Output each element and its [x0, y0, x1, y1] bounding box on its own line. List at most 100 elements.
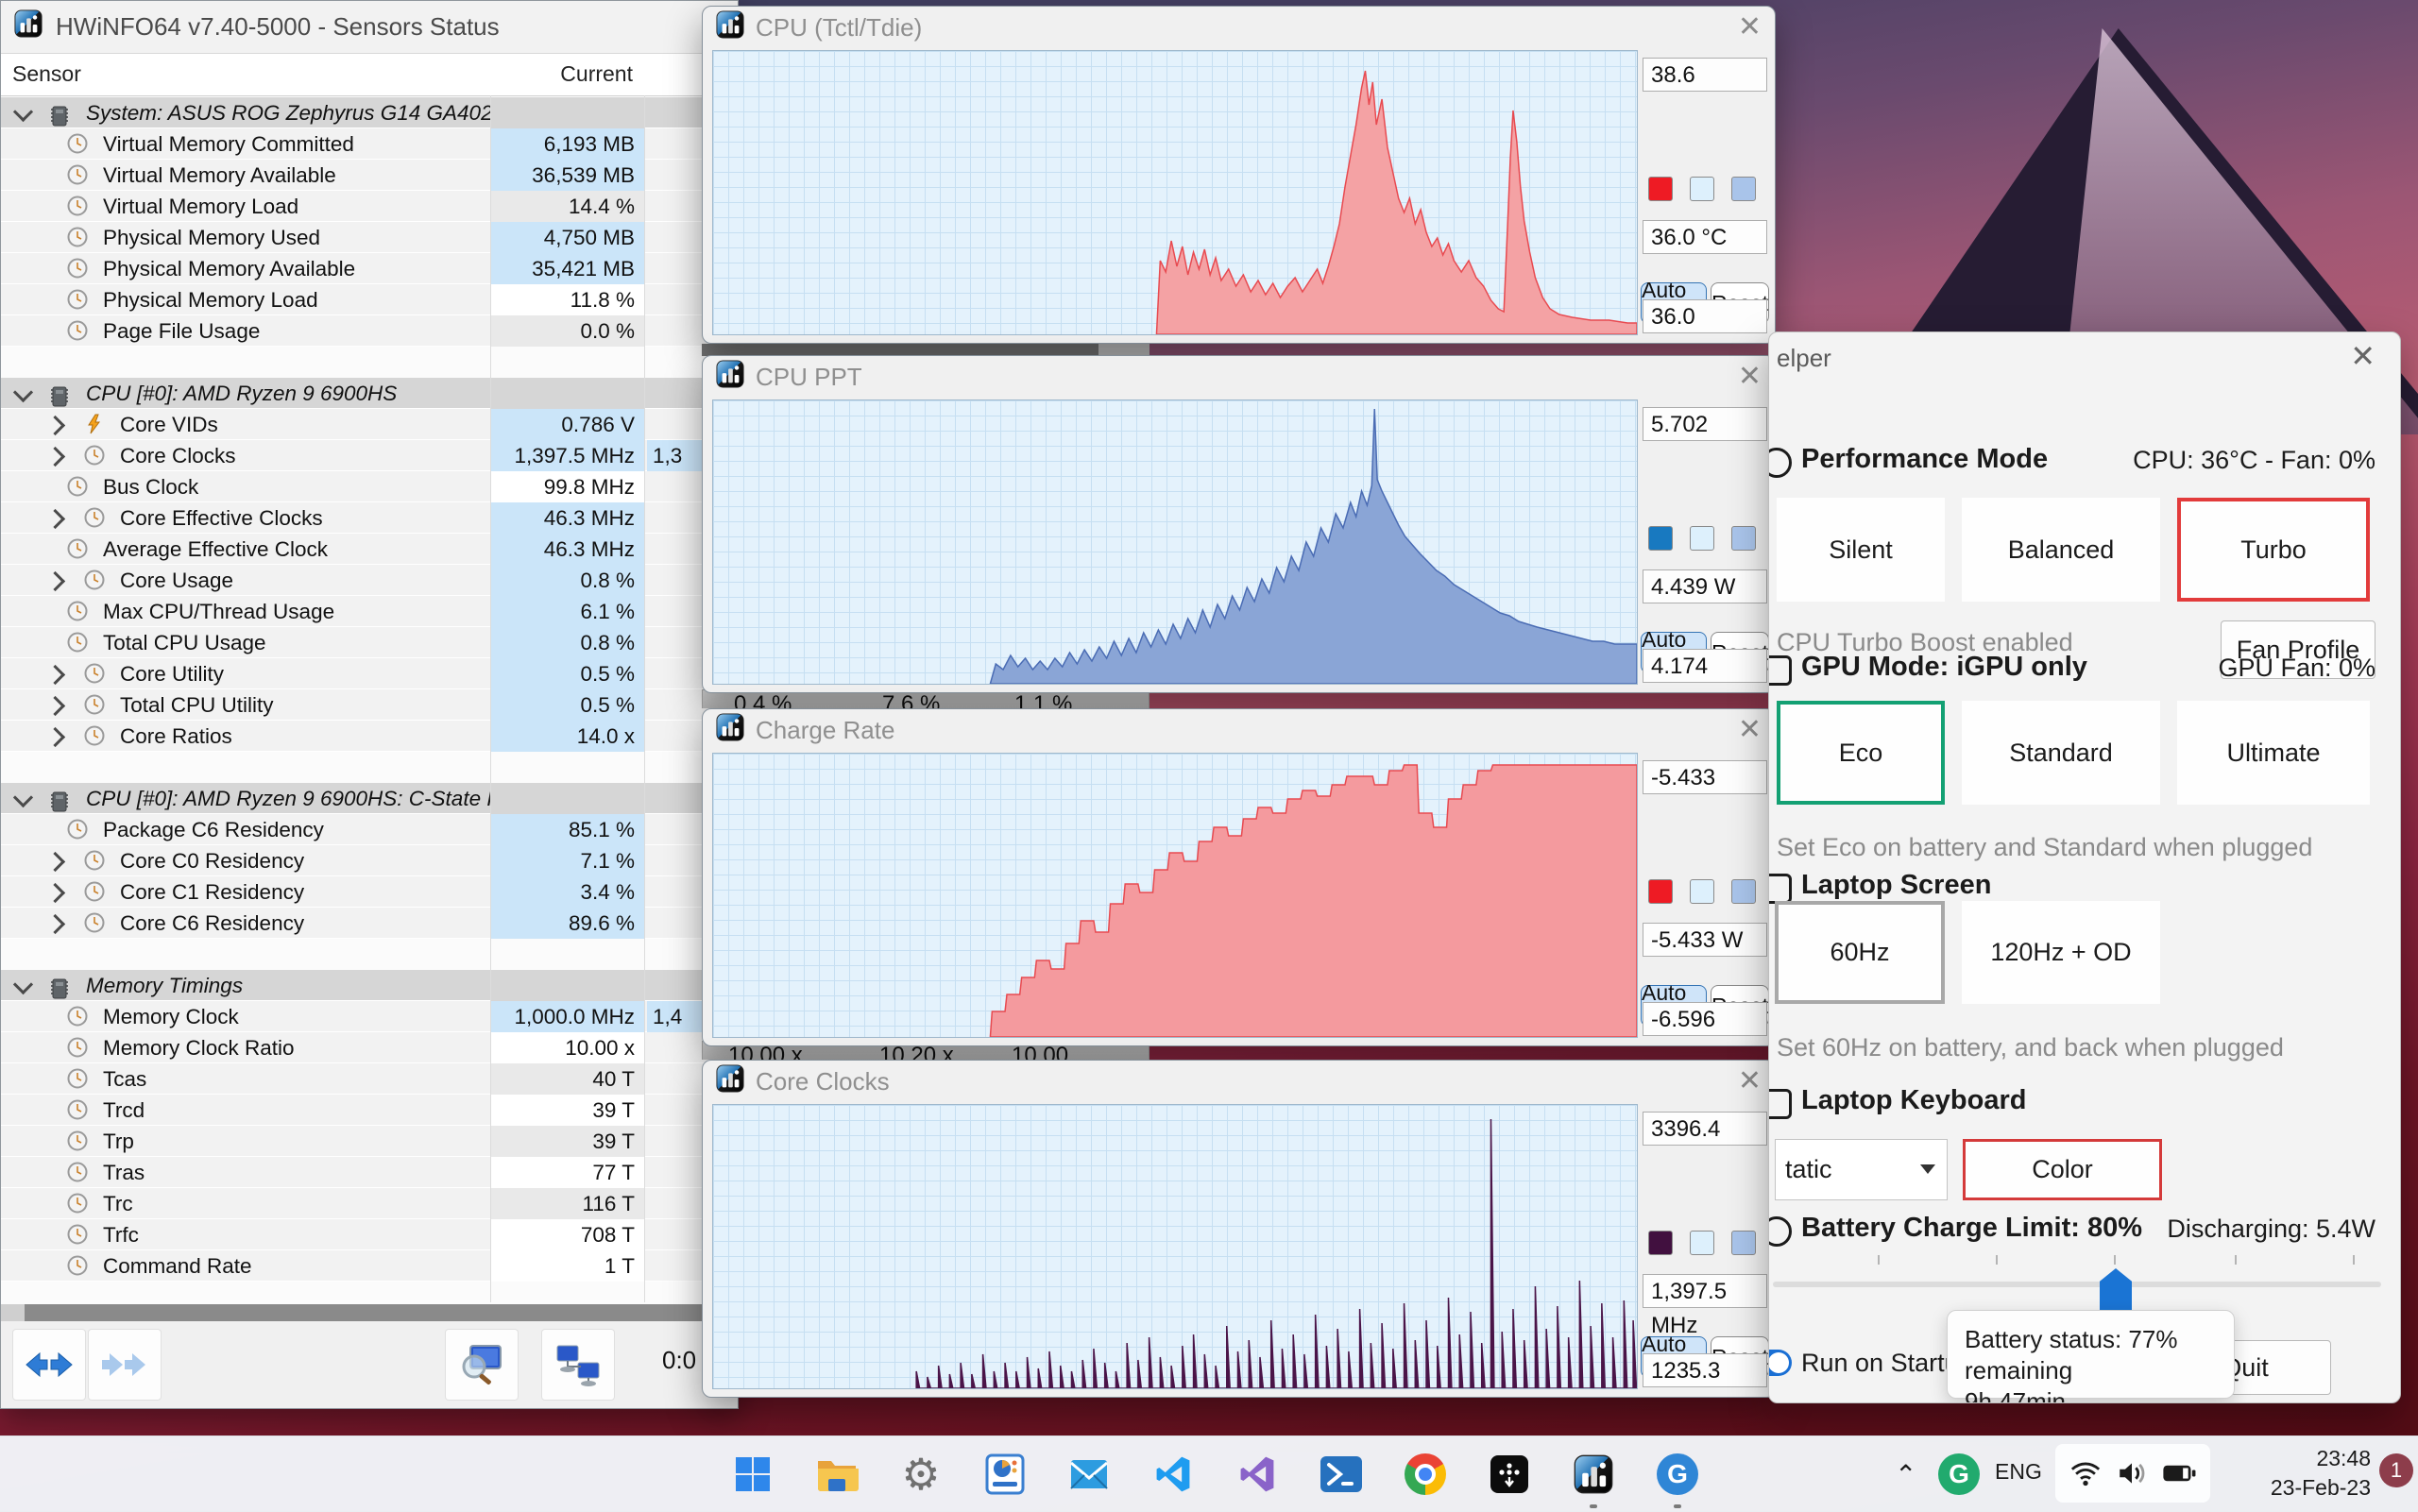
option-button-60hz[interactable]: 60Hz: [1775, 901, 1945, 1004]
taskbar-icon-start[interactable]: [724, 1446, 781, 1503]
taskbar-icon-vscode[interactable]: [1145, 1446, 1201, 1503]
sensor-group-row[interactable]: CPU [#0]: AMD Ryzen 9 6900HS: [1, 378, 738, 409]
chevron-down-icon[interactable]: [13, 102, 33, 122]
sensor-row[interactable]: Bus Clock99.8 MHz: [1, 471, 738, 502]
color-button[interactable]: Color: [1963, 1139, 2162, 1200]
close-icon[interactable]: ✕: [1738, 10, 1762, 43]
scrollbar-thumb[interactable]: [25, 1304, 738, 1321]
option-button-turbo[interactable]: Turbo: [2177, 498, 2370, 602]
ghelper-title[interactable]: elper: [1777, 344, 1831, 373]
series-color-swatch[interactable]: [1648, 177, 1673, 201]
slider-thumb[interactable]: [2100, 1268, 2132, 1312]
sensor-row[interactable]: Core Usage0.8 %: [1, 565, 738, 596]
sensor-row[interactable]: Core VIDs0.786 V: [1, 409, 738, 440]
sensor-row[interactable]: Physical Memory Used4,750 MB: [1, 222, 738, 253]
taskbar-icon-ghelper[interactable]: G: [1649, 1446, 1706, 1503]
sensor-row[interactable]: Trcd39 T: [1, 1095, 738, 1126]
close-icon[interactable]: ✕: [1738, 713, 1762, 746]
screen-capture-button[interactable]: [445, 1329, 519, 1401]
notification-badge[interactable]: 1: [2379, 1453, 2413, 1487]
chevron-right-icon[interactable]: [45, 416, 65, 435]
chevron-right-icon[interactable]: [45, 665, 65, 685]
column-sensor[interactable]: Sensor: [12, 61, 81, 87]
sensor-row[interactable]: Core Effective Clocks46.3 MHz: [1, 502, 738, 534]
option-button-eco[interactable]: Eco: [1777, 701, 1945, 805]
background-color-swatch[interactable]: [1690, 526, 1714, 551]
option-button-ultimate[interactable]: Ultimate: [2177, 701, 2370, 805]
option-button-balanced[interactable]: Balanced: [1962, 498, 2160, 602]
taskbar-icon-system-monitor[interactable]: [977, 1446, 1033, 1503]
sensor-row[interactable]: Average Effective Clock46.3 MHz: [1, 534, 738, 565]
sensor-group-row[interactable]: System: ASUS ROG Zephyrus G14 GA402RK_..…: [1, 97, 738, 128]
graph-titlebar[interactable]: Charge Rate: [703, 709, 1775, 751]
taskbar-icon-file-explorer[interactable]: [809, 1446, 865, 1503]
chevron-right-icon[interactable]: [45, 571, 65, 591]
hwinfo-titlebar[interactable]: HWiNFO64 v7.40-5000 - Sensors Status: [1, 1, 738, 54]
graph-titlebar[interactable]: CPU PPT: [703, 356, 1775, 398]
sensor-row[interactable]: Command Rate1 T: [1, 1250, 738, 1282]
close-icon[interactable]: ✕: [1738, 360, 1762, 393]
chevron-right-icon[interactable]: [45, 447, 65, 467]
sensor-row[interactable]: Core Utility0.5 %: [1, 658, 738, 689]
taskbar-icon-visual-studio[interactable]: [1229, 1446, 1286, 1503]
sensor-group-row[interactable]: Memory Timings: [1, 970, 738, 1001]
taskbar-icon-chrome[interactable]: [1397, 1446, 1454, 1503]
expand-columns-button[interactable]: [12, 1329, 86, 1401]
tray-language[interactable]: ENG: [1995, 1459, 2042, 1485]
chevron-right-icon[interactable]: [45, 509, 65, 529]
tray-grammarly-icon[interactable]: G: [1931, 1446, 1987, 1503]
sensor-row[interactable]: Core C1 Residency3.4 %: [1, 876, 738, 908]
chevron-right-icon[interactable]: [45, 914, 65, 934]
option-button-standard[interactable]: Standard: [1962, 701, 2160, 805]
grid-color-swatch[interactable]: [1731, 1231, 1756, 1255]
sensor-row[interactable]: Core Clocks1,397.5 MHz1,3: [1, 440, 738, 471]
column-current[interactable]: Current: [491, 61, 633, 87]
sensor-row[interactable]: Total CPU Utility0.5 %: [1, 689, 738, 721]
sensor-group-row[interactable]: CPU [#0]: AMD Ryzen 9 6900HS: C-State Re…: [1, 783, 738, 814]
taskbar-icon-hwinfo[interactable]: [1565, 1446, 1622, 1503]
sensor-row[interactable]: Virtual Memory Committed6,193 MB: [1, 128, 738, 160]
sensor-row[interactable]: Core C0 Residency7.1 %: [1, 845, 738, 876]
sensor-row[interactable]: Virtual Memory Available36,539 MB: [1, 160, 738, 191]
chevron-down-icon[interactable]: [13, 788, 33, 807]
background-color-swatch[interactable]: [1690, 177, 1714, 201]
sensor-row[interactable]: Trc116 T: [1, 1188, 738, 1219]
sensor-row[interactable]: Max CPU/Thread Usage6.1 %: [1, 596, 738, 627]
taskbar-icon-settings[interactable]: ⚙: [893, 1446, 949, 1503]
sensor-row[interactable]: Memory Clock Ratio10.00 x: [1, 1032, 738, 1063]
sensor-row[interactable]: Virtual Memory Load14.4 %: [1, 191, 738, 222]
sensor-row[interactable]: Physical Memory Load11.8 %: [1, 284, 738, 315]
grid-color-swatch[interactable]: [1731, 879, 1756, 904]
chevron-down-icon[interactable]: [13, 382, 33, 402]
tray-quick-settings[interactable]: [2055, 1444, 2210, 1503]
close-icon[interactable]: ✕: [2350, 338, 2375, 374]
background-color-swatch[interactable]: [1690, 1231, 1714, 1255]
sensor-row[interactable]: Core Ratios14.0 x: [1, 721, 738, 752]
grid-color-swatch[interactable]: [1731, 177, 1756, 201]
sensor-row[interactable]: Trp39 T: [1, 1126, 738, 1157]
chevron-right-icon[interactable]: [45, 696, 65, 716]
series-color-swatch[interactable]: [1648, 1231, 1673, 1255]
graph-titlebar[interactable]: Core Clocks: [703, 1061, 1775, 1102]
sensor-row[interactable]: Tcas40 T: [1, 1063, 738, 1095]
horizontal-scrollbar[interactable]: [1, 1304, 738, 1321]
sensor-row[interactable]: Memory Clock1,000.0 MHz1,4: [1, 1001, 738, 1032]
chevron-right-icon[interactable]: [45, 883, 65, 903]
sensor-row[interactable]: Core C6 Residency89.6 %: [1, 908, 738, 939]
chevron-down-icon[interactable]: [13, 975, 33, 994]
series-color-swatch[interactable]: [1648, 526, 1673, 551]
option-button-silent[interactable]: Silent: [1777, 498, 1945, 602]
chevron-right-icon[interactable]: [45, 852, 65, 872]
chevron-right-icon[interactable]: [45, 727, 65, 747]
grid-color-swatch[interactable]: [1731, 526, 1756, 551]
sensor-row[interactable]: Tras77 T: [1, 1157, 738, 1188]
tray-clock[interactable]: 23:48 23-Feb-23: [2220, 1444, 2371, 1503]
graph-titlebar[interactable]: CPU (Tctl/Tdie): [703, 7, 1775, 48]
collapse-columns-button[interactable]: [88, 1329, 162, 1401]
option-button-120hz-od[interactable]: 120Hz + OD: [1962, 901, 2160, 1004]
sensor-row[interactable]: Package C6 Residency85.1 %: [1, 814, 738, 845]
background-color-swatch[interactable]: [1690, 879, 1714, 904]
sensor-row[interactable]: Total CPU Usage0.8 %: [1, 627, 738, 658]
remote-monitoring-button[interactable]: [541, 1329, 615, 1401]
battery-limit-slider[interactable]: [1773, 1282, 2381, 1287]
